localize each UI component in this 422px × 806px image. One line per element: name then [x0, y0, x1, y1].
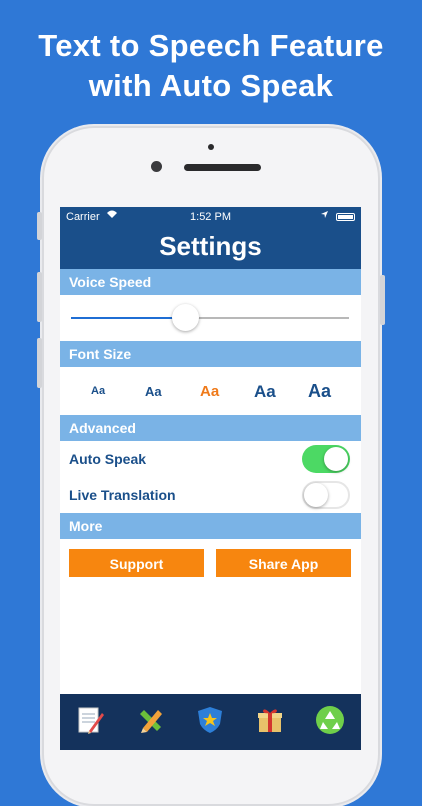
promo-headline: Text to Speech Feature with Auto Speak [0, 26, 422, 106]
live-translation-toggle[interactable] [302, 481, 350, 509]
mute-switch [37, 212, 42, 240]
toggle-knob [324, 447, 348, 471]
tab-bar [60, 694, 361, 750]
power-button [380, 275, 385, 325]
font-size-option-s[interactable]: Aa [145, 384, 162, 399]
live-translation-row: Live Translation [60, 477, 361, 513]
app-screen: Carrier 1:52 PM Settings Voice Speed Fon… [60, 207, 361, 750]
promo-line-2: with Auto Speak [88, 68, 334, 103]
status-bar: Carrier 1:52 PM [60, 207, 361, 227]
battery-icon [336, 213, 355, 221]
toggle-knob [304, 483, 328, 507]
font-size-options: Aa Aa Aa Aa Aa [60, 367, 361, 415]
section-header-voice-speed: Voice Speed [60, 269, 361, 295]
gift-icon[interactable] [254, 704, 286, 736]
slider-thumb[interactable] [171, 304, 199, 331]
live-translation-label: Live Translation [69, 487, 176, 503]
font-size-option-xl[interactable]: Aa [308, 381, 331, 402]
pencil-ruler-icon[interactable] [134, 704, 166, 736]
voice-speed-slider[interactable] [60, 295, 361, 341]
volume-down-button [37, 338, 42, 388]
font-size-option-m[interactable]: Aa [200, 383, 219, 400]
share-app-button[interactable]: Share App [216, 549, 351, 577]
font-size-option-xs[interactable]: Aa [91, 385, 105, 397]
auto-speak-toggle[interactable] [302, 445, 350, 473]
page-title: Settings [60, 227, 361, 269]
volume-up-button [37, 272, 42, 322]
earpiece-speaker [184, 164, 261, 171]
auto-speak-row: Auto Speak [60, 441, 361, 477]
section-header-more: More [60, 513, 361, 539]
more-actions: Support Share App [60, 539, 361, 591]
recycle-icon[interactable] [314, 704, 346, 736]
phone-sensor [208, 144, 214, 150]
section-header-advanced: Advanced [60, 415, 361, 441]
slider-track-empty [184, 317, 349, 319]
front-camera [151, 161, 162, 172]
promo-line-1: Text to Speech Feature [38, 28, 384, 63]
star-shield-icon[interactable] [194, 704, 226, 736]
status-time: 1:52 PM [190, 211, 231, 223]
font-size-option-l[interactable]: Aa [254, 382, 276, 402]
support-button[interactable]: Support [69, 549, 204, 577]
section-header-font-size: Font Size [60, 341, 361, 367]
notepad-icon[interactable] [74, 704, 106, 736]
auto-speak-label: Auto Speak [69, 451, 147, 467]
location-icon [320, 210, 329, 222]
slider-track-filled [71, 317, 185, 319]
